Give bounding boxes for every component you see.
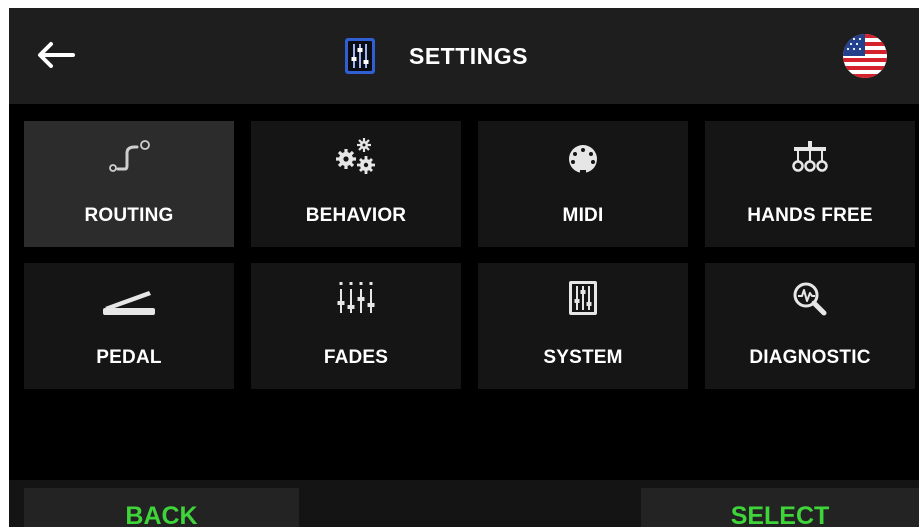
tile-pedal[interactable]: PEDAL — [24, 263, 234, 389]
tile-fades[interactable]: FADES — [251, 263, 461, 389]
tile-system[interactable]: SYSTEM — [478, 263, 688, 389]
tile-hands-free[interactable]: HANDS FREE — [705, 121, 915, 247]
tile-label: BEHAVIOR — [305, 205, 407, 226]
tile-diagnostic[interactable]: DIAGNOSTIC — [705, 263, 915, 389]
title-text: SETTINGS — [409, 42, 529, 69]
header-bar: SETTINGS — [9, 8, 919, 104]
tile-label: DIAGNOSTIC — [749, 347, 871, 368]
system-sliders-icon — [345, 38, 375, 74]
routing-icon — [107, 135, 151, 179]
tile-label: PEDAL — [96, 347, 162, 368]
tile-midi[interactable]: MIDI — [478, 121, 688, 247]
tile-label: FADES — [323, 347, 389, 368]
system-sliders-icon — [561, 277, 605, 321]
us-flag-icon[interactable] — [843, 34, 887, 78]
diagnostic-magnifier-icon — [788, 277, 832, 321]
tile-label: ROUTING — [84, 205, 174, 226]
tile-routing[interactable]: ROUTING — [24, 121, 234, 247]
tile-behavior[interactable]: BEHAVIOR — [251, 121, 461, 247]
tile-label: MIDI — [562, 205, 604, 226]
footer-bar: BACK SELECT — [9, 480, 919, 527]
tile-label: HANDS FREE — [747, 205, 873, 226]
tile-label: SYSTEM — [543, 347, 623, 368]
midi-connector-icon — [561, 135, 605, 179]
back-arrow-icon[interactable] — [35, 40, 75, 70]
faders-icon — [334, 277, 378, 321]
expression-pedal-icon — [99, 277, 159, 321]
gears-icon — [334, 135, 378, 179]
back-button[interactable]: BACK — [24, 488, 299, 527]
hands-free-pedal-icon — [788, 135, 832, 179]
page-title: SETTINGS — [345, 36, 528, 76]
settings-screen: SETTINGS ROUTING BEHAVIOR MIDI HANDS FRE… — [9, 8, 919, 527]
select-button[interactable]: SELECT — [641, 488, 919, 527]
